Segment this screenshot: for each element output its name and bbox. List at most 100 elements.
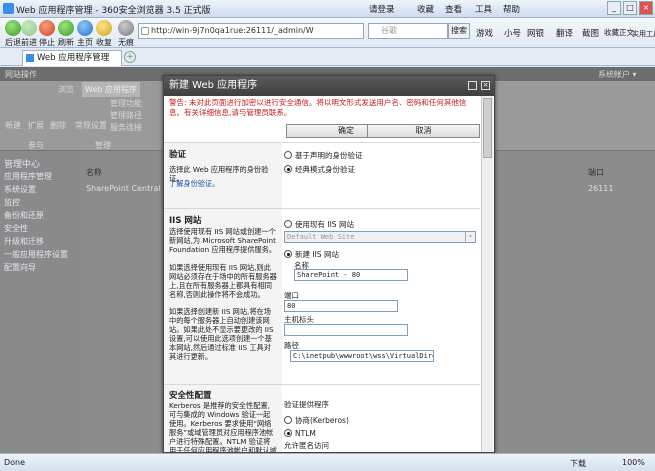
kerberos-option[interactable]: 协商(Kerberos) <box>284 415 349 426</box>
iis-desc-2: 如果选择使用现有 IIS 网站,则此网站必须存在于场中的所有服务器上,且在所有服… <box>169 263 277 299</box>
nav-config-wizards[interactable]: 配置向导 <box>4 262 36 273</box>
ntlm-option[interactable]: NTLM <box>284 429 316 438</box>
collect-button[interactable]: 收复 <box>93 20 115 48</box>
scrollbar-thumb[interactable] <box>483 98 492 158</box>
browser-title-bar: Web 应用程序管理 - 360安全浏览器 3.5 正式版 请登录 收藏 查看 … <box>0 0 655 18</box>
classic-auth-option[interactable]: 经典模式身份验证 <box>284 164 355 175</box>
auth-learn-link[interactable]: 了解身份验证。 <box>169 179 277 188</box>
login-link[interactable]: 请登录 <box>369 3 395 15</box>
iis-section: IIS 网站 选择使用现有 IIS 网站或创建一个新网站,为 Microsoft… <box>164 208 480 384</box>
menu-view[interactable]: 查看 <box>445 3 462 15</box>
radio-ntlm[interactable] <box>284 429 292 437</box>
create-new-iis-option[interactable]: 新建 IIS 网站 <box>284 249 339 260</box>
menu-tools[interactable]: 工具 <box>475 3 492 15</box>
search-input[interactable]: 谷歌 <box>368 23 448 39</box>
status-bar: Done 下载 100% <box>0 453 655 471</box>
use-existing-iis-option[interactable]: 使用现有 IIS 网站 <box>284 219 354 230</box>
security-section: 安全性配置 Kerberos 是推荐的安全性配置,可与集成的 Windows 验… <box>164 384 480 452</box>
security-warning: 警告: 未对此页面进行加密以进行安全通信。将以明文形式发送用户名、密码和任何其他… <box>169 98 467 117</box>
claims-auth-option[interactable]: 基于声明的身份验证 <box>284 150 363 161</box>
stop-icon <box>39 20 55 36</box>
ribbon-delete[interactable]: 删除 <box>50 120 66 131</box>
ribbon-tab-browse[interactable]: 浏览 <box>58 84 74 95</box>
system-account-menu[interactable]: 系统帐户 ▾ <box>598 69 637 80</box>
port-input[interactable]: 80 <box>284 300 398 312</box>
status-text: Done <box>4 458 26 467</box>
browser-logo-icon <box>3 3 14 14</box>
radio-existing-iis[interactable] <box>284 220 292 228</box>
ribbon-tab-web-app[interactable]: Web 应用程序 <box>82 82 140 97</box>
toolbar-utilities[interactable]: 实用工具 <box>632 29 655 39</box>
new-tab-button[interactable]: + <box>124 51 136 63</box>
radio-claims[interactable] <box>284 151 292 159</box>
maximize-dialog-icon[interactable] <box>468 81 477 90</box>
dialog-scrollbar[interactable] <box>481 96 493 452</box>
incognito-icon <box>118 20 134 36</box>
toolbar-bank[interactable]: 网银 <box>527 27 544 39</box>
menu-help[interactable]: 帮助 <box>503 3 520 15</box>
new-web-app-dialog: 新建 Web 应用程序 × 警告: 未对此页面进行加密以进行安全通信。将以明文形… <box>163 75 495 453</box>
window-controls: _ □ × <box>605 1 653 15</box>
host-header-input[interactable] <box>284 324 408 336</box>
nav-security[interactable]: 安全性 <box>4 223 28 234</box>
ribbon-group-manage: 管理 <box>95 141 111 150</box>
ribbon-manage-features[interactable]: 管理功能 <box>110 98 142 109</box>
radio-kerberos[interactable] <box>284 416 292 424</box>
star-icon <box>96 20 112 36</box>
nav-monitoring[interactable]: 监控 <box>4 197 20 208</box>
search-button[interactable]: 搜索 <box>448 23 470 39</box>
ribbon-general-settings[interactable]: 常规设置 <box>75 120 107 131</box>
site-name-input[interactable]: SharePoint - 80 <box>294 269 408 281</box>
nav-upgrade-migration[interactable]: 升级和迁移 <box>4 236 44 247</box>
page-icon <box>141 27 149 35</box>
column-port: 端口 <box>588 168 604 177</box>
iis-heading: IIS 网站 <box>169 216 202 226</box>
dialog-title: 新建 Web 应用程序 <box>169 80 258 91</box>
radio-classic[interactable] <box>284 165 292 173</box>
toolbar-screenshot[interactable]: 截图 <box>582 27 599 39</box>
toolbar-translate[interactable]: 翻译 <box>556 27 573 39</box>
menu-favorites[interactable]: 收藏 <box>417 3 434 15</box>
anonymous-access-label: 允许匿名访问 <box>284 441 329 450</box>
security-description: Kerberos 是推荐的安全性配置,可与集成的 Windows 验证一起使用。… <box>169 401 277 452</box>
auth-section: 验证 选择此 Web 应用程序的身份验证。 了解身份验证。 基于声明的身份验证 … <box>164 142 480 208</box>
close-icon[interactable]: × <box>639 1 653 15</box>
zoom-level[interactable]: 100% <box>622 458 645 467</box>
radio-new-iis[interactable] <box>284 250 292 258</box>
address-bar[interactable]: http://win-9j7n0qa1rue:26111/_admin/W <box>138 23 364 39</box>
ribbon-service-connections[interactable]: 服务连接 <box>110 122 142 133</box>
dialog-header: 新建 Web 应用程序 × <box>164 76 494 96</box>
path-input[interactable]: C:\inetpub\wwwroot\wss\VirtualDirect <box>290 350 434 362</box>
nav-app-management[interactable]: 应用程序管理 <box>4 171 52 182</box>
chevron-down-icon: ▾ <box>465 232 475 242</box>
dialog-body: 警告: 未对此页面进行加密以进行安全通信。将以明文形式发送用户名、密码和任何其他… <box>164 96 494 452</box>
iis-desc-1: 选择使用现有 IIS 网站或创建一个新网站,为 Microsoft ShareP… <box>169 227 277 254</box>
site-actions-menu[interactable]: 网站操作 <box>5 69 37 80</box>
nav-system-settings[interactable]: 系统设置 <box>4 184 36 195</box>
toolbar-save-article[interactable]: 收藏正文 <box>604 27 634 38</box>
ribbon-new[interactable]: 新建 <box>5 120 21 131</box>
toolbar-games[interactable]: 游戏 <box>476 27 493 39</box>
column-name: 名称 <box>86 168 102 177</box>
ribbon-group-contribute: 参与 <box>28 141 44 150</box>
auth-provider-label: 验证提供程序 <box>284 400 329 409</box>
existing-site-select[interactable]: Default Web Site ▾ <box>284 231 476 243</box>
minimize-icon[interactable]: _ <box>607 1 621 15</box>
nav-central-admin[interactable]: 管理中心 <box>4 157 40 170</box>
incognito-button[interactable]: 无痕 <box>115 20 137 48</box>
toolbar-account[interactable]: 小号 <box>504 27 521 39</box>
ribbon-extend[interactable]: 扩展 <box>28 120 44 131</box>
nav-backup-restore[interactable]: 备份和还原 <box>4 210 44 221</box>
nav-general-settings[interactable]: 一般应用程序设置 <box>4 249 68 260</box>
maximize-icon[interactable]: □ <box>623 1 637 15</box>
cancel-button[interactable]: 取消 <box>367 124 480 138</box>
close-dialog-icon[interactable]: × <box>481 81 490 90</box>
forward-arrow-icon <box>21 20 37 36</box>
download-button[interactable]: 下载 <box>570 458 586 469</box>
tab-web-app-management[interactable]: Web 应用程序管理 <box>22 50 122 66</box>
web-app-row-port: 26111 <box>588 184 614 193</box>
auth-heading: 验证 <box>169 150 187 160</box>
ribbon-managed-paths[interactable]: 管理路径 <box>110 110 142 121</box>
home-icon <box>77 20 93 36</box>
window-title: Web 应用程序管理 - 360安全浏览器 3.5 正式版 <box>16 6 211 16</box>
